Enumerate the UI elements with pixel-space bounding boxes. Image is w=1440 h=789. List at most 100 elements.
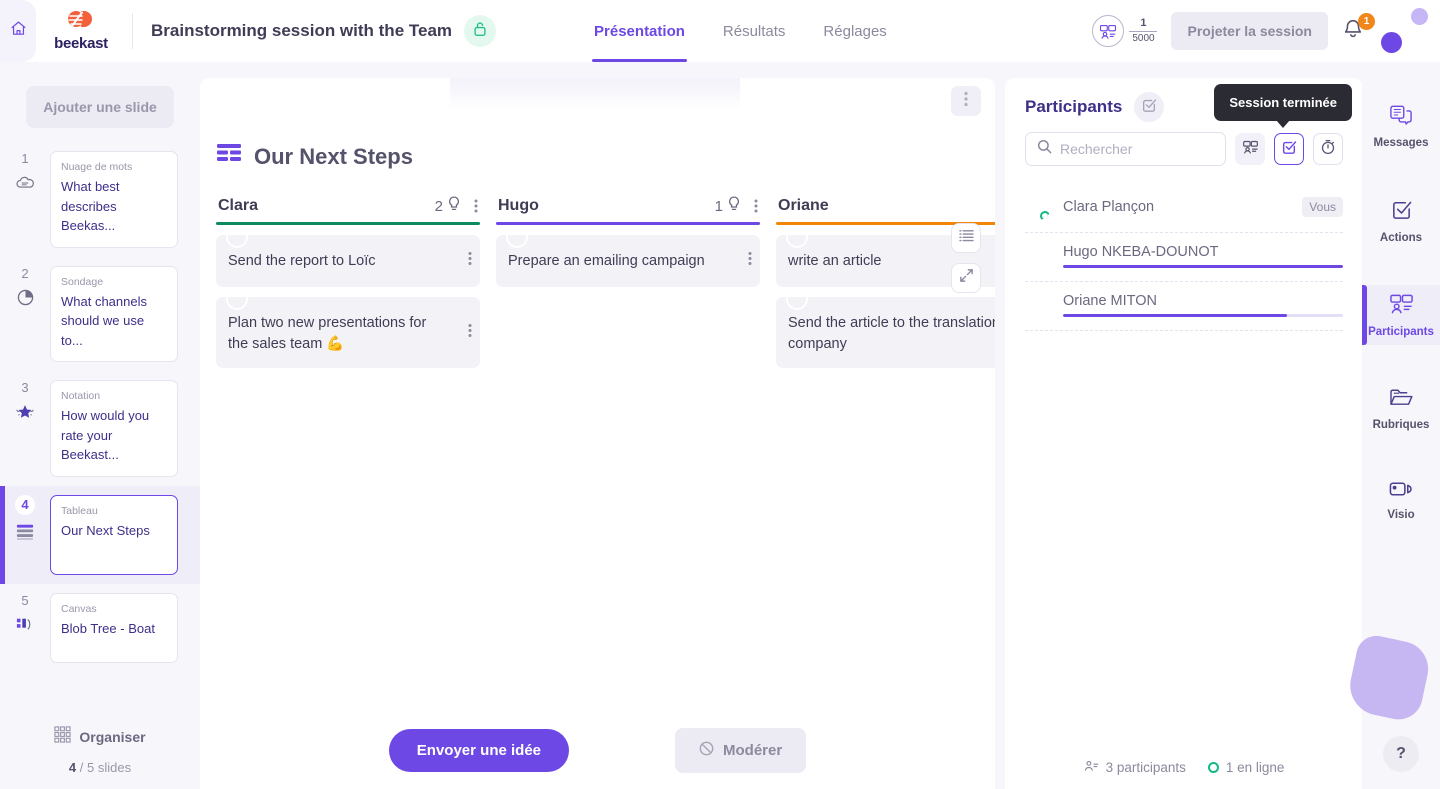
search-icon: [1037, 139, 1052, 159]
moderate-button[interactable]: Modérer: [675, 727, 807, 773]
rail-item-messages[interactable]: Messages: [1362, 96, 1440, 156]
slide-item-5[interactable]: 5 Canvas Blob Tree - Boat: [0, 584, 200, 672]
participant-body: Oriane MITON: [1063, 293, 1343, 317]
participants-count-label: 3 participants: [1105, 759, 1186, 775]
column-cards: Send the report to Loïc Plan two new pre…: [216, 225, 480, 369]
column-idea-count: 1: [715, 196, 741, 216]
participants-group-icon: [1242, 140, 1259, 159]
participant-row[interactable]: Clara Plançon Vous: [1025, 184, 1343, 233]
send-idea-button[interactable]: Envoyer une idée: [388, 728, 570, 772]
rail-item-rubriques[interactable]: Rubriques: [1362, 379, 1440, 438]
idea-card[interactable]: Send the report to Loïc: [216, 226, 480, 287]
panel-actions-button[interactable]: [1134, 92, 1165, 122]
rail-item-visio[interactable]: Visio: [1362, 472, 1440, 528]
add-slide-button[interactable]: Ajouter une slide: [26, 86, 174, 128]
list-view-button[interactable]: [951, 223, 981, 253]
online-indicator: [1040, 211, 1050, 220]
slide-1-meta: 1: [0, 151, 50, 194]
column-menu-button[interactable]: [474, 199, 478, 213]
participants-list: Clara Plançon Vous Hugo NKEBA-DOUNOT Ori…: [1005, 184, 1363, 745]
board-column-clara: Clara 2 Send the report to Loïc Plan two…: [208, 196, 488, 369]
fullscreen-button[interactable]: [951, 263, 981, 293]
slide-3-name: How would you rate your Beekast...: [61, 408, 150, 462]
help-button[interactable]: ?: [1383, 736, 1419, 772]
open-lock-icon: [473, 21, 487, 42]
tab-resultats[interactable]: Résultats: [721, 0, 788, 62]
participant-name: Oriane MITON: [1063, 293, 1158, 309]
slide-4-meta: 4: [0, 494, 50, 543]
expand-icon: [959, 268, 974, 288]
notifications-button[interactable]: 1: [1342, 13, 1375, 46]
bell-icon: [1342, 19, 1364, 44]
project-session-button[interactable]: Projeter la session: [1171, 12, 1328, 50]
session-finished-button[interactable]: [1274, 133, 1304, 165]
slide-item-3[interactable]: 3 Notation How would you rate your Beeka…: [0, 371, 200, 486]
slide-5-type: Canvas: [61, 602, 97, 615]
idea-bulb-icon: [727, 196, 741, 216]
slide-item-4[interactable]: 4 Tableau Our Next Steps: [0, 485, 200, 584]
idea-card[interactable]: Send the article to the translation comp…: [776, 288, 995, 369]
moderate-label: Modérer: [723, 741, 783, 759]
slide-5-card[interactable]: Canvas Blob Tree - Boat: [50, 592, 178, 663]
idea-bulb-icon: [447, 196, 461, 216]
session-lock-badge[interactable]: [464, 15, 497, 47]
slide-5-number: 5: [21, 592, 29, 608]
home-button[interactable]: [0, 0, 36, 62]
slide-counter: 4 / 5 slides: [0, 760, 200, 775]
card-author-avatar: [786, 226, 808, 248]
participant-row[interactable]: Hugo NKEBA-DOUNOT: [1025, 233, 1343, 282]
column-menu-button[interactable]: [754, 199, 758, 213]
card-menu-button[interactable]: [468, 252, 472, 271]
capacity-current: 1: [1140, 17, 1147, 29]
board-title-row: Our Next Steps: [216, 142, 413, 171]
checkbox-check-icon: [1281, 139, 1297, 160]
column-count-value: 1: [714, 197, 723, 215]
tab-presentation[interactable]: Présentation: [592, 0, 687, 62]
timer-button[interactable]: [1313, 133, 1343, 165]
rail-item-actions[interactable]: Actions: [1362, 190, 1440, 251]
idea-card[interactable]: Prepare an emailing campaign: [496, 226, 760, 287]
organiser-label: Organiser: [79, 729, 146, 745]
tab-resultats-label: Résultats: [722, 22, 786, 40]
slide-4-card[interactable]: Tableau Our Next Steps: [50, 494, 178, 575]
board-menu-button[interactable]: [951, 86, 981, 116]
you-badge: Vous: [1302, 197, 1343, 217]
card-menu-button[interactable]: [468, 323, 472, 342]
slide-3-card[interactable]: Notation How would you rate your Beekast…: [50, 380, 178, 477]
column-header: Clara 2: [216, 196, 480, 222]
slide-2-card[interactable]: Sondage What channels should we use to..…: [50, 265, 178, 362]
search-box[interactable]: [1025, 132, 1226, 166]
participant-row[interactable]: Oriane MITON: [1025, 282, 1343, 331]
card-text: Plan two new presentations for the sales…: [228, 315, 427, 353]
idea-card[interactable]: Plan two new presentations for the sales…: [216, 288, 480, 369]
sidebar-footer: Organiser 4 / 5 slides: [0, 726, 200, 789]
panel-footer: 3 participants 1 en ligne: [1005, 745, 1363, 789]
group-icon: [1084, 760, 1099, 775]
online-count: 1 en ligne: [1207, 760, 1284, 775]
slide-4-name: Our Next Steps: [61, 522, 150, 538]
filter-participants-button[interactable]: [1235, 133, 1265, 165]
beekast-logo[interactable]: beekast: [38, 10, 124, 52]
slide-item-2[interactable]: 2 Sondage What channels should we use to…: [0, 257, 200, 372]
slide-counter-total: / 5 slides: [79, 760, 132, 775]
avatar[interactable]: [1381, 8, 1428, 53]
slide-item-1[interactable]: 1 Nuage de mots What best describes Beek…: [0, 142, 200, 257]
slide-counter-current: 4: [68, 760, 77, 775]
slide-2-meta: 2: [0, 266, 50, 309]
slides-sidebar: Ajouter une slide 1 Nuage de mots What b…: [0, 62, 200, 789]
card-menu-button[interactable]: [748, 252, 752, 271]
capacity-badge: 1 5000: [1092, 15, 1158, 47]
slide-4-type: Tableau: [61, 504, 98, 517]
table-icon: [14, 521, 36, 543]
canvas-icon: [14, 614, 36, 636]
board-top-gradient: [450, 78, 740, 110]
organiser-button[interactable]: Organiser: [54, 726, 146, 748]
slide-2-number: 2: [21, 265, 29, 281]
panel-search-row: [1005, 122, 1363, 166]
tab-reglages[interactable]: Réglages: [821, 0, 888, 62]
rail-item-participants[interactable]: Participants: [1362, 285, 1440, 345]
beekast-mark-icon: [66, 10, 96, 34]
search-input[interactable]: [1060, 141, 1214, 157]
card-author-avatar: [506, 226, 528, 248]
slide-1-card[interactable]: Nuage de mots What best describes Beekas…: [50, 151, 178, 248]
